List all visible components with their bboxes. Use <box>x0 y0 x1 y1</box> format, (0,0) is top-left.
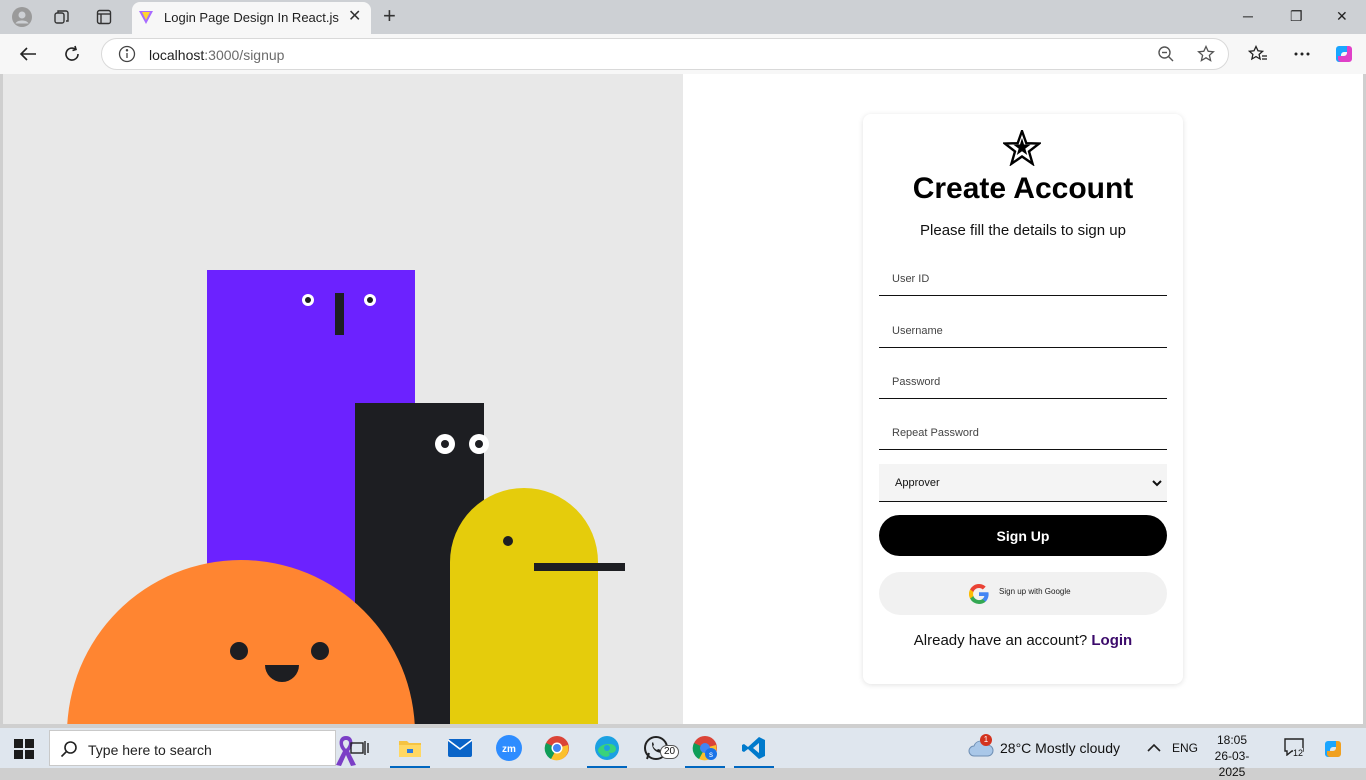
role-select-value: Approver <box>895 477 940 489</box>
yellow-character <box>450 488 598 724</box>
clock-time: 18:05 <box>1216 733 1248 747</box>
tab-active[interactable]: Login Page Design In React.js ✕ <box>132 2 371 34</box>
mail-icon[interactable] <box>447 735 473 761</box>
signup-card: Create Account Please fill the details t… <box>863 114 1183 684</box>
more-menu-icon[interactable] <box>1290 43 1314 65</box>
already-account-text: Already have an account? <box>913 632 1088 649</box>
workspaces-icon[interactable] <box>51 6 73 28</box>
vite-icon <box>138 9 154 30</box>
svg-text:s: s <box>709 750 713 759</box>
vscode-icon[interactable] <box>734 735 774 768</box>
password-input[interactable] <box>879 365 1167 399</box>
clock-date: 26-03-2025 <box>1214 749 1250 779</box>
copilot-icon[interactable] <box>1332 43 1356 65</box>
close-window-icon[interactable]: ✕ <box>1336 8 1348 24</box>
edge-icon[interactable] <box>587 735 627 768</box>
login-link[interactable]: Login <box>1091 632 1132 649</box>
tab-title: Login Page Design In React.js <box>164 10 339 25</box>
restore-icon[interactable]: ❐ <box>1290 8 1303 24</box>
taskbar-search-placeholder: Type here to search <box>88 742 212 758</box>
notification-count: 12 <box>1293 748 1304 758</box>
page-subtitle: Please fill the details to sign up <box>920 222 1126 239</box>
chrome-profile-icon[interactable]: s <box>685 735 725 768</box>
repeat-password-input[interactable] <box>879 416 1167 450</box>
username-input[interactable] <box>879 314 1167 348</box>
whatsapp-badge: 20 <box>660 745 680 759</box>
weather-text[interactable]: 28°C Mostly cloudy <box>1000 740 1120 756</box>
chevron-up-icon[interactable] <box>1147 740 1161 758</box>
copilot-taskbar-icon[interactable] <box>1322 738 1344 765</box>
page-viewport: Create Account Please fill the details t… <box>3 74 1363 724</box>
svg-text:zm: zm <box>502 744 516 755</box>
page-title: Create Account <box>912 172 1134 205</box>
chevron-down-icon <box>1151 476 1163 494</box>
google-signup-label: Sign up with Google <box>999 587 1071 596</box>
url-text: localhost:3000/signup <box>149 47 285 63</box>
login-prompt: Already have an account? Login <box>863 632 1183 649</box>
clock[interactable]: 18:05 26-03-2025 <box>1206 732 1258 780</box>
tab-actions-icon[interactable] <box>93 6 115 28</box>
zoom-app-icon[interactable]: zm <box>496 735 522 761</box>
file-explorer-icon[interactable] <box>390 735 430 768</box>
windows-taskbar: Type here to search zm 20 s 1 28°C Mostl… <box>0 728 1366 779</box>
windows-start-icon[interactable] <box>14 739 34 764</box>
address-bar[interactable]: localhost:3000/signup <box>101 38 1229 70</box>
user-id-input[interactable] <box>879 262 1167 296</box>
refresh-icon[interactable] <box>60 43 84 65</box>
task-view-icon[interactable] <box>347 735 373 761</box>
chrome-icon[interactable] <box>544 735 570 761</box>
sign-up-button[interactable]: Sign Up <box>879 515 1167 556</box>
characters-illustration <box>67 270 625 724</box>
search-icon <box>60 740 78 763</box>
illustration-panel <box>3 74 683 724</box>
google-signup-button[interactable]: Sign up with Google <box>879 572 1167 615</box>
weather-alert-badge: 1 <box>980 734 992 746</box>
browser-toolbar: localhost:3000/signup <box>0 34 1366 74</box>
language-indicator[interactable]: ENG <box>1172 741 1198 755</box>
taskbar-search[interactable]: Type here to search <box>49 730 356 766</box>
back-icon[interactable] <box>16 43 40 65</box>
star-logo-icon <box>1001 127 1043 171</box>
site-info-icon[interactable] <box>118 45 136 68</box>
favorites-icon[interactable] <box>1246 43 1270 65</box>
new-tab-icon[interactable]: + <box>383 5 396 27</box>
minimize-icon[interactable]: ─ <box>1243 8 1253 24</box>
zoom-icon[interactable] <box>1157 45 1175 68</box>
profile-icon[interactable] <box>11 6 33 28</box>
close-tab-icon[interactable]: ✕ <box>348 9 361 25</box>
browser-tab-bar: Login Page Design In React.js ✕ + ─ ❐ ✕ <box>0 0 1366 34</box>
google-icon <box>968 584 989 609</box>
favorite-star-icon[interactable] <box>1197 44 1215 68</box>
role-select[interactable]: Approver <box>879 464 1167 502</box>
